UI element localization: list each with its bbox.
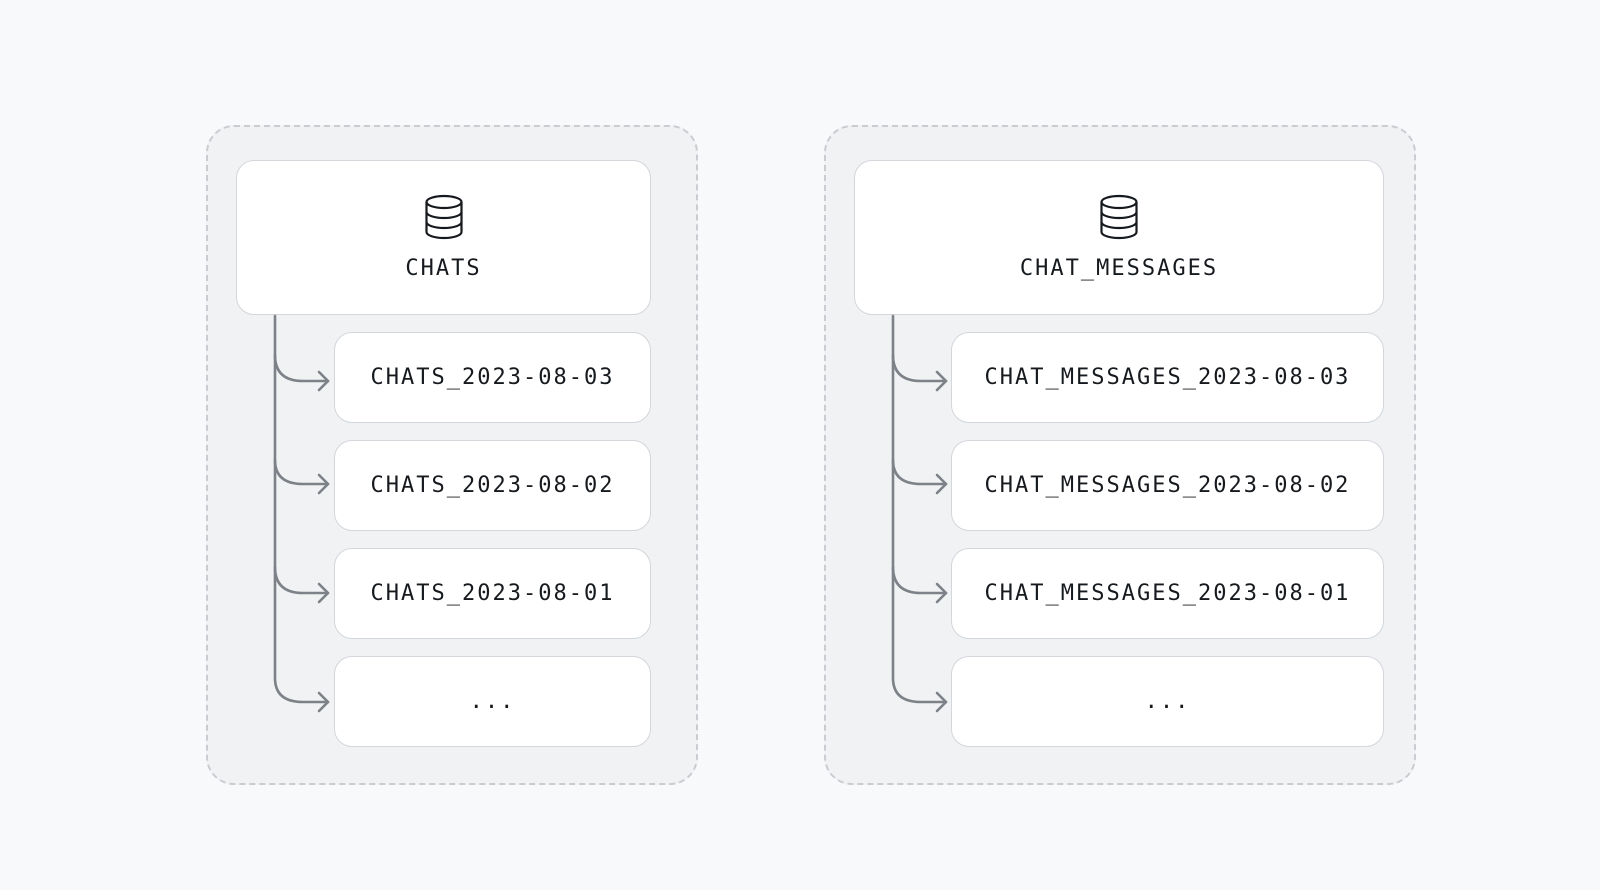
branch-connector <box>273 353 330 383</box>
branch-connector <box>891 353 948 383</box>
branch-connector <box>891 565 948 595</box>
branch-connector <box>891 458 948 486</box>
connector-lines <box>273 314 948 713</box>
branch-connector <box>273 565 330 595</box>
branch-connector <box>273 458 330 486</box>
